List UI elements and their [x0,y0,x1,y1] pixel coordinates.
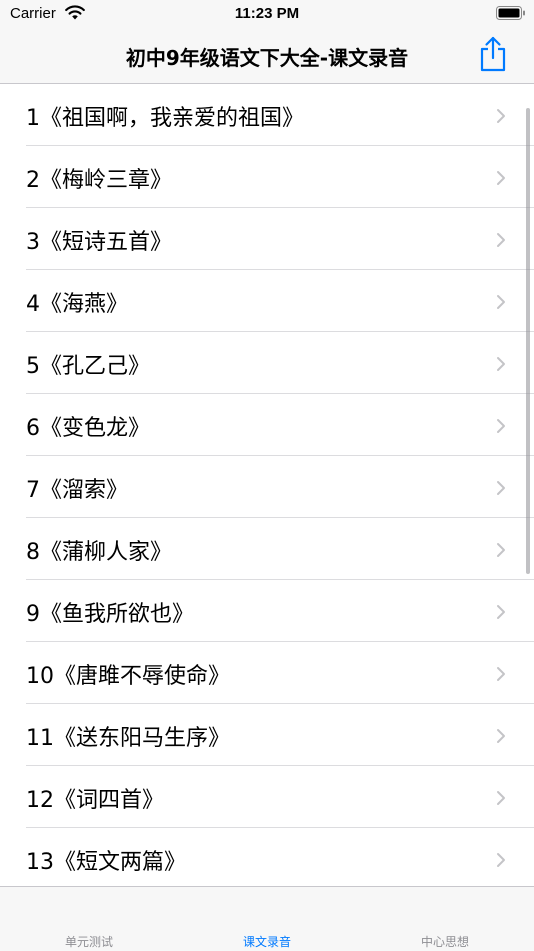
list-item[interactable]: 13《短文两篇》 [0,828,534,886]
tab-label-text-recording: 课文录音 [242,935,291,949]
lesson-title: 10《唐雎不辱使命》 [26,664,230,689]
chevron-right-icon [497,171,505,185]
lesson-title: 12《词四首》 [26,788,164,813]
chevron-right-icon [497,605,505,619]
lesson-title: 13《短文两篇》 [26,850,186,875]
chevron-right-icon [497,667,505,681]
page-title: 初中9年级语文下大全-课文录音 [125,46,409,70]
lesson-title: 1《祖国啊，我亲爱的祖国》 [26,106,304,131]
status-bar: Carrier 11:23 PM [0,0,534,30]
list-item[interactable]: 3《短诗五首》 [0,208,534,270]
chevron-right-icon [497,295,505,309]
lesson-title: 8《蒲柳人家》 [26,540,172,565]
lesson-title: 7《溜索》 [26,478,128,503]
tab-bar: 单元测试 课文录音 中心思想 [0,886,534,951]
chevron-right-icon [497,357,505,371]
chevron-right-icon [497,109,505,123]
chevron-right-icon [497,791,505,805]
tab-unit-test[interactable]: 单元测试 [0,887,178,951]
tab-text-recording[interactable]: 课文录音 [178,887,356,951]
battery-icon [496,6,525,20]
chevron-right-icon [497,481,505,495]
lesson-title: 2《梅岭三章》 [26,168,172,193]
chevron-right-icon [497,419,505,433]
list-item[interactable]: 6《变色龙》 [0,394,534,456]
list-item[interactable]: 10《唐雎不辱使命》 [0,642,534,704]
share-icon[interactable] [478,36,508,72]
tab-label-central-idea: 中心思想 [420,935,469,949]
tab-central-idea[interactable]: 中心思想 [356,887,534,951]
list-item[interactable]: 7《溜索》 [0,456,534,518]
list-item[interactable]: 12《词四首》 [0,766,534,828]
chevron-right-icon [497,729,505,743]
lesson-list[interactable]: 1《祖国啊，我亲爱的祖国》 2《梅岭三章》 3《短诗五首》 4《海燕》 5《孔乙己》 6《… [0,84,534,886]
lesson-title: 6《变色龙》 [26,416,150,441]
list-item[interactable]: 9《鱼我所欲也》 [0,580,534,642]
scroll-indicator[interactable] [526,108,530,574]
tab-label-unit-test: 单元测试 [64,935,113,949]
navigation-bar: 初中9年级语文下大全-课文录音 [0,30,534,84]
list-item[interactable]: 11《送东阳马生序》 [0,704,534,766]
list-item[interactable]: 8《蒲柳人家》 [0,518,534,580]
list-item[interactable]: 2《梅岭三章》 [0,146,534,208]
chevron-right-icon [497,853,505,867]
list-item[interactable]: 1《祖国啊，我亲爱的祖国》 [0,84,534,146]
lesson-title: 5《孔乙己》 [26,354,150,379]
chevron-right-icon [497,233,505,247]
list-item[interactable]: 4《海燕》 [0,270,534,332]
lesson-title: 4《海燕》 [26,292,128,317]
lesson-title: 3《短诗五首》 [26,230,172,255]
status-time: 11:23 PM [234,5,300,22]
lesson-title: 9《鱼我所欲也》 [26,602,194,627]
chevron-right-icon [497,543,505,557]
list-item[interactable]: 5《孔乙己》 [0,332,534,394]
lesson-title: 11《送东阳马生序》 [26,726,230,751]
